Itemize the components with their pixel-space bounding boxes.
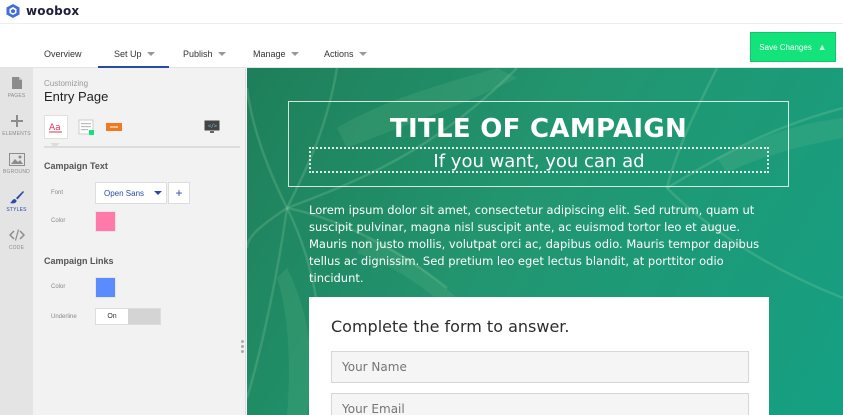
rail-item-background[interactable]: BGROUND xyxy=(0,150,33,186)
rail-item-pages[interactable]: PAGES xyxy=(0,74,33,110)
customize-panel: Customizing Entry Page Aa </> Campaign T… xyxy=(33,68,246,415)
image-icon xyxy=(8,150,26,168)
logo[interactable]: woobox xyxy=(5,3,79,19)
chevron-down-icon xyxy=(358,52,367,56)
rail-item-styles[interactable]: STYLES xyxy=(0,188,33,224)
plus-icon xyxy=(8,112,26,130)
campaign-subtitle[interactable]: If you want, you can ad xyxy=(311,151,767,172)
save-label: Save Changes xyxy=(759,42,812,52)
brand-name: woobox xyxy=(26,4,80,18)
tab-label: Set Up xyxy=(114,49,142,59)
brush-icon xyxy=(8,188,26,206)
rail-item-code[interactable]: CODE xyxy=(0,226,33,262)
rail-item-elements[interactable]: ELEMENTS xyxy=(0,112,33,148)
tab-label: Overview xyxy=(44,49,82,59)
tab-actions[interactable]: Actions xyxy=(324,49,367,59)
tab-label: Manage xyxy=(253,49,286,59)
campaign-links-heading: Campaign Links xyxy=(44,256,114,266)
tab-button-style[interactable] xyxy=(102,115,126,139)
add-font-button[interactable]: + xyxy=(168,182,190,204)
entry-form: Complete the form to answer. xyxy=(309,297,769,415)
tab-text-style[interactable]: Aa xyxy=(44,115,68,139)
panel-resize-handle[interactable] xyxy=(239,340,245,358)
underline-label: Underline xyxy=(51,314,77,320)
save-changes-button[interactable]: Save Changes ▲ xyxy=(750,32,836,62)
tab-label: Actions xyxy=(324,49,354,59)
main-nav: Overview Set Up Publish Manage Actions xyxy=(0,24,843,69)
pages-icon xyxy=(8,74,26,92)
panel-subtitle: Customizing xyxy=(44,79,89,88)
rail-label: STYLES xyxy=(6,207,27,213)
campaign-body-text[interactable]: Lorem ipsum dolor sit amet, consectetur … xyxy=(309,202,769,287)
rail-label: BGROUND xyxy=(3,169,30,175)
chevron-down-icon xyxy=(217,52,226,56)
font-value: Open Sans xyxy=(104,188,145,198)
editor-rail: PAGES ELEMENTS BGROUND STYLES CODE xyxy=(0,68,33,415)
form-style-icon xyxy=(78,119,94,135)
link-color-label: Color xyxy=(51,284,66,290)
font-label: Font xyxy=(51,190,64,196)
text-style-icon: Aa xyxy=(49,123,62,133)
campaign-text-heading: Campaign Text xyxy=(44,161,108,171)
font-select[interactable]: Open Sans xyxy=(95,182,167,204)
woobox-logo-icon xyxy=(6,4,20,18)
tab-embed-style[interactable]: </> xyxy=(200,115,224,139)
plus-icon: + xyxy=(175,186,183,200)
name-field[interactable] xyxy=(331,351,749,383)
code-icon xyxy=(8,226,26,244)
tabs-divider xyxy=(44,146,240,148)
campaign-preview: TITLE OF CAMPAIGN If you want, you can a… xyxy=(247,68,843,415)
svg-text:</>: </> xyxy=(208,124,217,130)
chevron-down-icon xyxy=(290,52,299,56)
active-style-pointer xyxy=(50,143,60,148)
title-block[interactable]: TITLE OF CAMPAIGN If you want, you can a… xyxy=(288,101,789,187)
text-color-label: Color xyxy=(51,218,66,224)
text-color-swatch[interactable] xyxy=(95,211,116,232)
tab-manage[interactable]: Manage xyxy=(253,49,299,59)
underline-toggle[interactable]: On xyxy=(95,308,161,325)
chevron-down-icon xyxy=(146,52,155,56)
cloud-upload-icon: ▲ xyxy=(817,42,827,52)
tab-publish[interactable]: Publish xyxy=(183,49,226,59)
style-tabs: Aa </> xyxy=(44,115,240,143)
tab-label: Publish xyxy=(183,49,213,59)
top-bar: woobox xyxy=(0,0,843,24)
tab-overview[interactable]: Overview xyxy=(44,49,82,59)
form-heading: Complete the form to answer. xyxy=(331,317,570,336)
link-color-swatch[interactable] xyxy=(95,277,116,298)
monitor-code-icon: </> xyxy=(204,120,220,133)
campaign-title[interactable]: TITLE OF CAMPAIGN xyxy=(289,114,788,144)
tab-form-style[interactable] xyxy=(74,115,98,139)
panel-title: Entry Page xyxy=(44,89,109,104)
subtitle-selection[interactable]: If you want, you can ad xyxy=(309,147,769,173)
toggle-on-label: On xyxy=(96,309,128,324)
tab-setup[interactable]: Set Up xyxy=(114,49,155,59)
chevron-down-icon xyxy=(154,191,163,195)
rail-label: CODE xyxy=(8,245,25,251)
button-style-icon xyxy=(106,123,122,131)
rail-label: PAGES xyxy=(7,93,26,99)
rail-label: ELEMENTS xyxy=(2,131,31,137)
email-field[interactable] xyxy=(331,393,749,415)
